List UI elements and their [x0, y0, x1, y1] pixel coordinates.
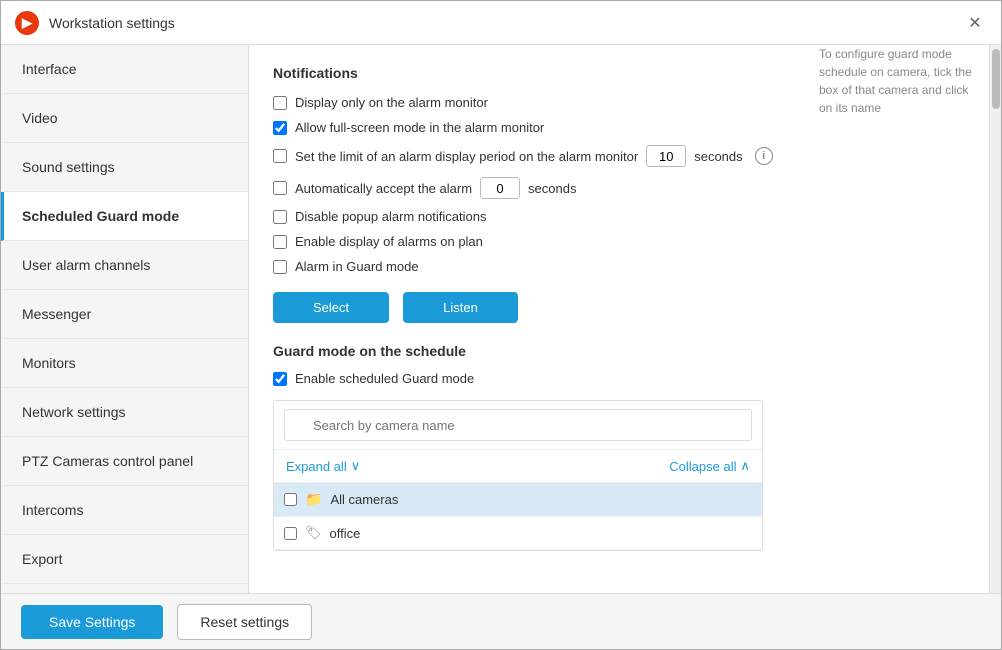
expand-collapse-row: Expand all ∨ Collapse all ∧	[274, 450, 762, 483]
chevron-down-icon: ∨	[351, 458, 361, 474]
accept-seconds-label: seconds	[528, 181, 576, 196]
checkbox-row-disable-popup: Disable popup alarm notifications	[273, 209, 965, 224]
guard-mode-section: Guard mode on the schedule Enable schedu…	[273, 343, 965, 551]
search-wrapper: 🔍	[274, 401, 762, 450]
checkbox-enable-guard[interactable]	[273, 372, 287, 386]
checkbox-office[interactable]	[284, 527, 297, 540]
tag-icon: 🏷	[305, 525, 322, 541]
checkbox-row-set-limit: Set the limit of an alarm display period…	[273, 145, 965, 167]
checkbox-set-limit[interactable]	[273, 149, 287, 163]
main-content: Interface Video Sound settings Scheduled…	[1, 45, 1001, 593]
sidebar-item-network-settings[interactable]: Network settings	[1, 388, 248, 437]
title-bar-left: ▶ Workstation settings	[15, 11, 175, 35]
checkbox-row-alarm-guard: Alarm in Guard mode	[273, 259, 965, 274]
sidebar-item-monitors[interactable]: Monitors	[1, 339, 248, 388]
sidebar-item-intercoms[interactable]: Intercoms	[1, 486, 248, 535]
title-bar: ▶ Workstation settings ✕	[1, 1, 1001, 45]
checkbox-display-alarm[interactable]	[273, 96, 287, 110]
scrollbar-track[interactable]	[989, 45, 1001, 593]
camera-name-all[interactable]: All cameras	[330, 492, 398, 507]
notification-buttons-row: Select Listen	[273, 292, 965, 323]
guard-mode-title: Guard mode on the schedule	[273, 343, 965, 359]
limit-seconds-label: seconds	[694, 149, 742, 164]
accept-seconds-input[interactable]	[480, 177, 520, 199]
select-button[interactable]: Select	[273, 292, 389, 323]
search-input-wrapper: 🔍	[284, 409, 752, 441]
checkbox-disable-popup[interactable]	[273, 210, 287, 224]
sidebar-item-interface[interactable]: Interface	[1, 45, 248, 94]
dialog-workstation-settings: ▶ Workstation settings ✕ Interface Video…	[0, 0, 1002, 650]
scrollbar-thumb[interactable]	[992, 49, 1000, 109]
collapse-all-link[interactable]: Collapse all ∧	[518, 458, 750, 474]
footer-bar: Save Settings Reset settings	[1, 593, 1001, 649]
label-display-alarm: Display only on the alarm monitor	[295, 95, 488, 110]
guard-mode-hint: To configure guard mode schedule on came…	[819, 45, 979, 117]
label-fullscreen: Allow full-screen mode in the alarm moni…	[295, 120, 544, 135]
sidebar-item-sound-settings[interactable]: Sound settings	[1, 143, 248, 192]
checkbox-alarm-guard[interactable]	[273, 260, 287, 274]
label-alarm-guard: Alarm in Guard mode	[295, 259, 419, 274]
label-auto-accept: Automatically accept the alarm	[295, 181, 472, 196]
guard-mode-body: 🔍 Expand all ∨ Collapse all	[273, 400, 965, 551]
app-icon: ▶	[15, 11, 39, 35]
camera-row-office: 🏷 office	[274, 517, 762, 550]
label-disable-popup: Disable popup alarm notifications	[295, 209, 487, 224]
sidebar-item-user-alarm-channels[interactable]: User alarm channels	[1, 241, 248, 290]
label-set-limit: Set the limit of an alarm display period…	[295, 149, 638, 164]
checkbox-enable-display[interactable]	[273, 235, 287, 249]
sidebar-item-messenger[interactable]: Messenger	[1, 290, 248, 339]
content-scroll-wrapper: Notifications Display only on the alarm …	[249, 45, 1001, 593]
info-icon[interactable]: i	[755, 147, 773, 165]
chevron-up-icon: ∧	[740, 458, 750, 474]
sidebar-item-scheduled-guard-mode[interactable]: Scheduled Guard mode	[1, 192, 248, 241]
camera-search-input[interactable]	[284, 409, 752, 441]
content-area: Notifications Display only on the alarm …	[249, 45, 989, 593]
checkbox-fullscreen[interactable]	[273, 121, 287, 135]
close-button[interactable]: ✕	[963, 11, 987, 35]
expand-all-link[interactable]: Expand all ∨	[286, 458, 518, 474]
sidebar-item-ptz-cameras[interactable]: PTZ Cameras control panel	[1, 437, 248, 486]
checkbox-auto-accept[interactable]	[273, 181, 287, 195]
checkbox-row-fullscreen: Allow full-screen mode in the alarm moni…	[273, 120, 965, 135]
sidebar: Interface Video Sound settings Scheduled…	[1, 45, 249, 593]
limit-seconds-input[interactable]	[646, 145, 686, 167]
camera-name-office[interactable]: office	[330, 526, 361, 541]
label-enable-guard: Enable scheduled Guard mode	[295, 371, 474, 386]
checkbox-row-auto-accept: Automatically accept the alarm seconds	[273, 177, 965, 199]
dialog-title: Workstation settings	[49, 15, 175, 31]
sidebar-item-export[interactable]: Export	[1, 535, 248, 584]
checkbox-row-enable-display: Enable display of alarms on plan	[273, 234, 965, 249]
camera-list-container: 🔍 Expand all ∨ Collapse all	[273, 400, 763, 551]
listen-button[interactable]: Listen	[403, 292, 518, 323]
folder-icon: 📁	[305, 491, 322, 508]
label-enable-display: Enable display of alarms on plan	[295, 234, 483, 249]
save-settings-button[interactable]: Save Settings	[21, 605, 163, 639]
camera-row-all-cameras: 📁 All cameras	[274, 483, 762, 517]
reset-settings-button[interactable]: Reset settings	[177, 604, 312, 640]
checkbox-all-cameras[interactable]	[284, 493, 297, 506]
checkbox-row-enable-guard: Enable scheduled Guard mode	[273, 371, 965, 386]
sidebar-item-video[interactable]: Video	[1, 94, 248, 143]
